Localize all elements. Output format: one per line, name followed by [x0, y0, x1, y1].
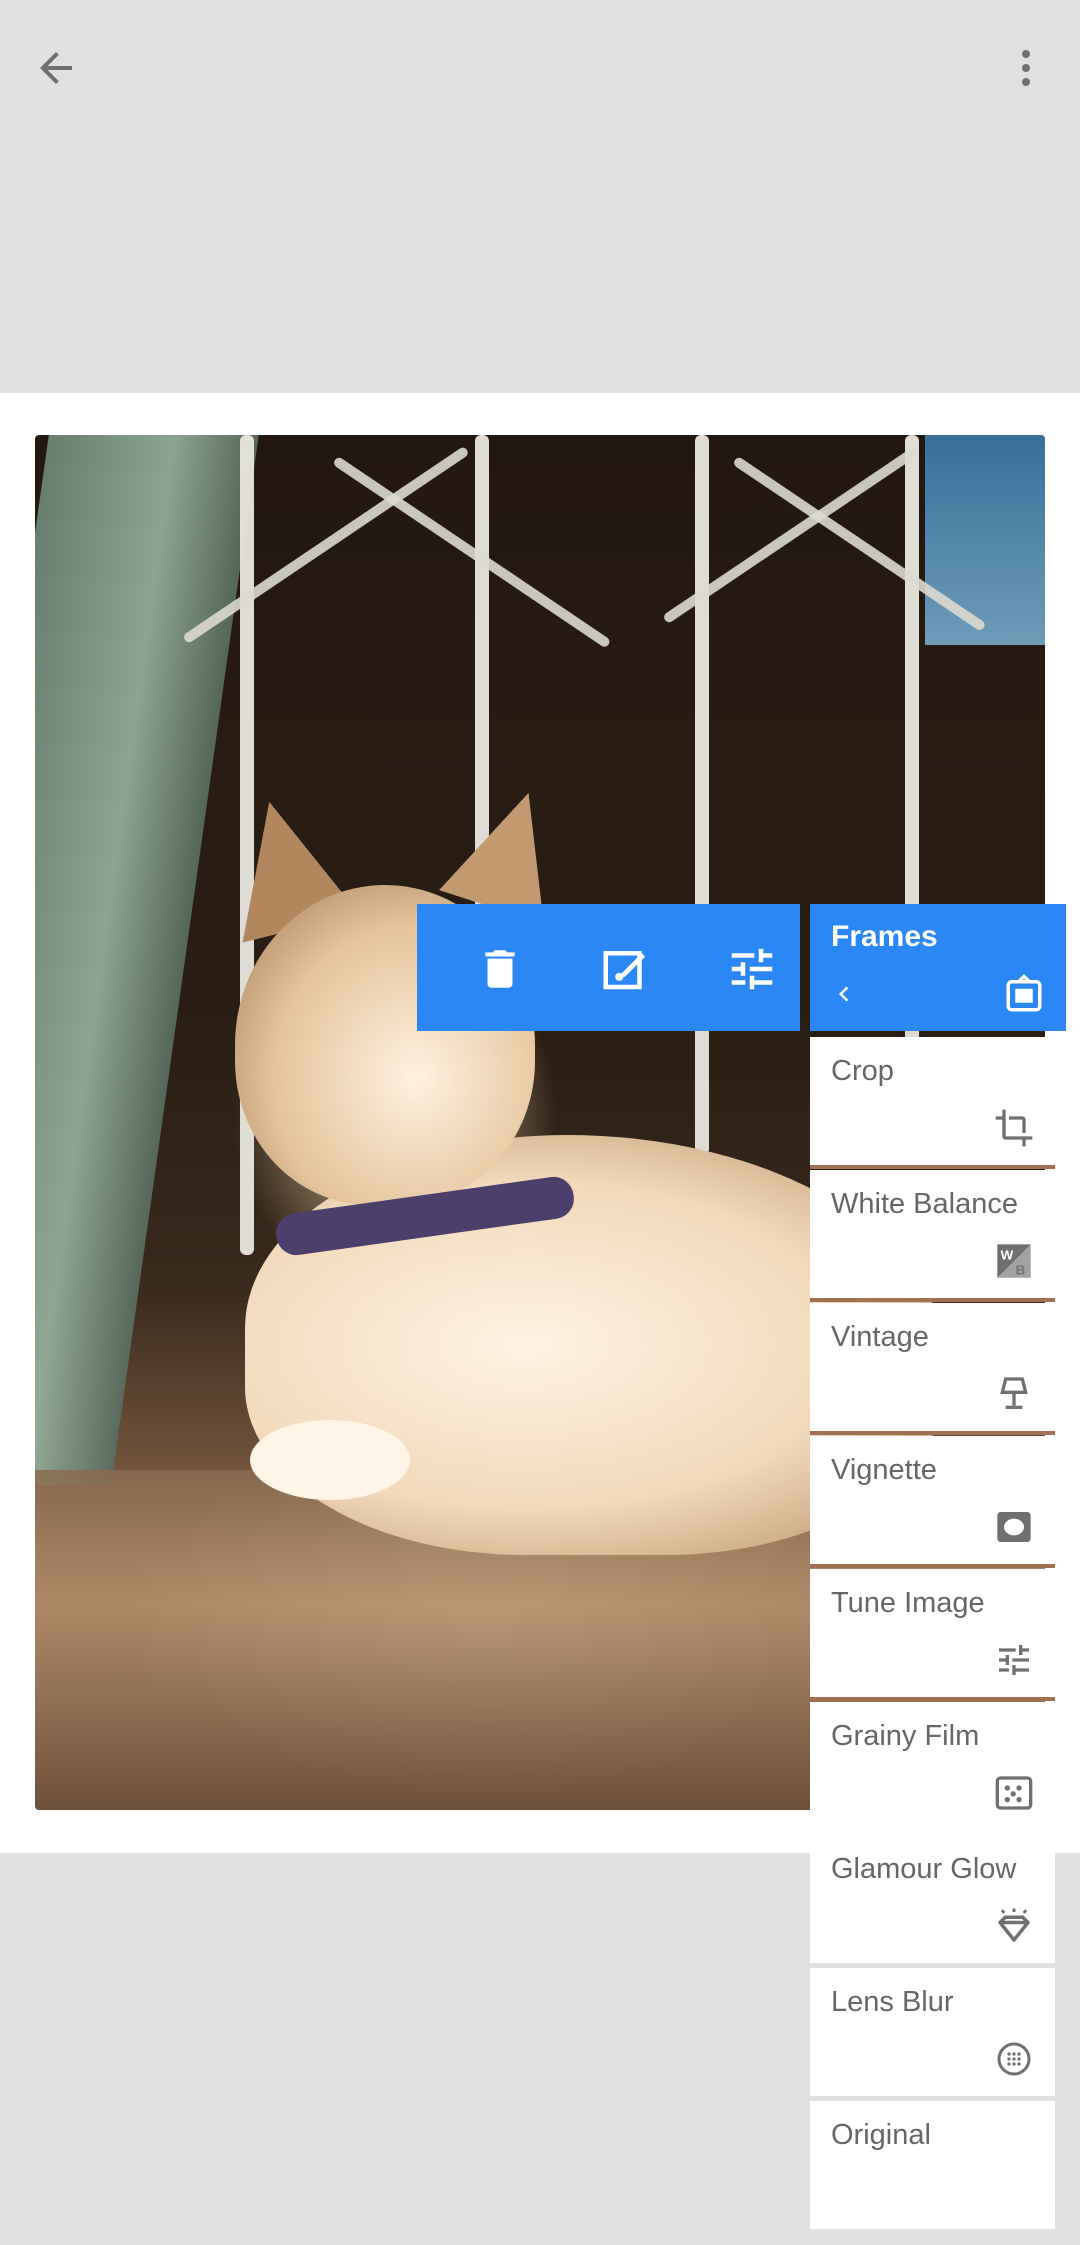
stack-item-crop[interactable]: Crop	[810, 1037, 1055, 1169]
stack-item-label: Tune Image	[831, 1587, 985, 1619]
svg-text:W: W	[1001, 1247, 1014, 1262]
tune-sliders-icon	[731, 948, 773, 990]
stack-item-vintage[interactable]: Vintage	[810, 1303, 1055, 1435]
trash-icon	[485, 950, 515, 988]
stack-item-white-balance[interactable]: White Balance W B	[810, 1170, 1055, 1302]
lens-blur-icon	[993, 2038, 1035, 2080]
edit-brush-button[interactable]	[591, 934, 661, 1004]
stack-item-label: Crop	[831, 1055, 894, 1087]
stack-item-lens-blur[interactable]: Lens Blur	[810, 1968, 1055, 2096]
adjust-button[interactable]	[717, 934, 787, 1004]
top-app-bar	[0, 0, 1080, 392]
railing-bar	[695, 435, 709, 1155]
stack-item-label: Grainy Film	[831, 1720, 980, 1752]
tune-sliders-icon	[993, 1639, 1035, 1681]
lamp-icon	[993, 1373, 1035, 1415]
stack-item-tune-image[interactable]: Tune Image	[810, 1569, 1055, 1701]
vignette-icon	[993, 1506, 1035, 1548]
edit-icon	[603, 951, 646, 990]
stack-item-label: Original	[831, 2119, 931, 2151]
stack-item-glamour-glow[interactable]: Glamour Glow	[810, 1835, 1055, 1963]
stack-header-title: Frames	[831, 920, 938, 953]
crop-icon	[993, 1107, 1035, 1149]
stack-item-original[interactable]: Original	[810, 2101, 1055, 2229]
collapse-stack-button[interactable]	[826, 974, 862, 1014]
back-button[interactable]	[20, 32, 92, 104]
stack-header-frames[interactable]: Frames	[810, 904, 1066, 1031]
frames-icon	[1000, 970, 1048, 1018]
diamond-icon	[993, 1905, 1035, 1947]
stack-item-label: Vintage	[831, 1321, 929, 1353]
railing-diagonal	[332, 455, 612, 649]
photo-sky	[925, 435, 1045, 645]
stack-item-vignette[interactable]: Vignette	[810, 1436, 1055, 1568]
stack-item-grainy-film[interactable]: Grainy Film	[810, 1702, 1055, 1830]
edit-stack-toolbar	[417, 904, 800, 1031]
stack-item-label: White Balance	[831, 1188, 1018, 1220]
stack-item-label: Vignette	[831, 1454, 937, 1486]
photo-pillar	[35, 435, 259, 1485]
grain-icon	[993, 1772, 1035, 1814]
stack-item-label: Glamour Glow	[831, 1853, 1017, 1885]
stack-item-label: Lens Blur	[831, 1986, 954, 2018]
chevron-left-icon	[839, 986, 849, 1002]
white-balance-icon: W B	[993, 1240, 1035, 1282]
cat-paw	[250, 1420, 410, 1500]
more-options-button[interactable]	[990, 32, 1062, 104]
cat-ear	[439, 775, 581, 925]
more-vert-icon	[1022, 50, 1030, 86]
delete-button[interactable]	[465, 934, 535, 1004]
arrow-back-icon	[40, 52, 72, 84]
svg-text:B: B	[1016, 1262, 1026, 1277]
